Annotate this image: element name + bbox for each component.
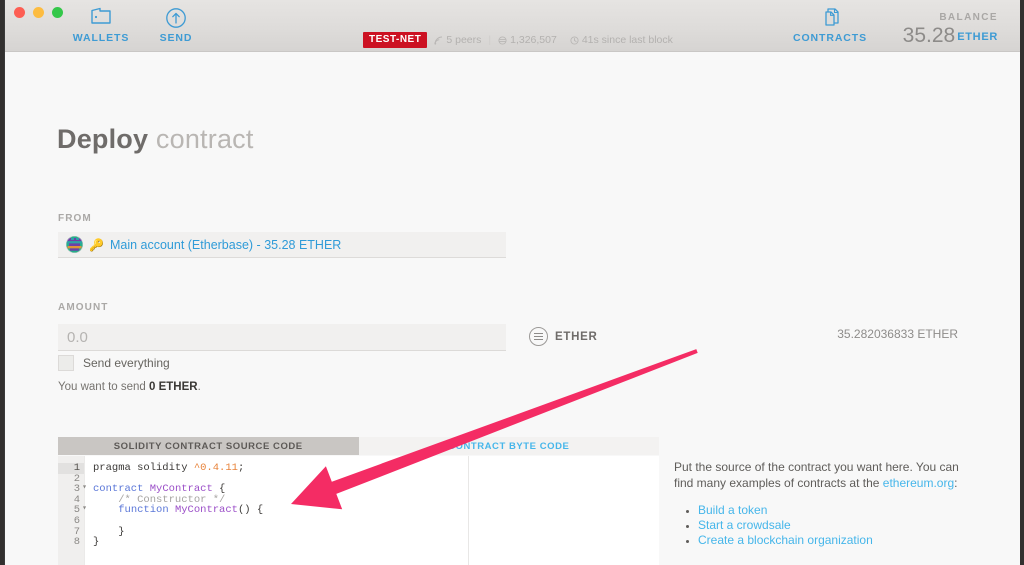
page-title-light: contract xyxy=(148,124,254,154)
clock-icon xyxy=(570,35,579,45)
solidity-source-code[interactable]: pragma solidity ^0.4.11; contract MyCont… xyxy=(85,456,469,565)
last-block-time: 41s since last block xyxy=(570,34,673,46)
peer-count-label: 5 peers xyxy=(446,34,482,46)
tab-solidity-source[interactable]: SOLIDITY CONTRACT SOURCE CODE xyxy=(58,437,359,455)
editor-tabs: SOLIDITY CONTRACT SOURCE CODE CONTRACT B… xyxy=(58,437,659,455)
nav-item-contracts-label: CONTRACTS xyxy=(792,32,867,44)
page-title: Deploy contract xyxy=(57,124,254,155)
unit-list-icon xyxy=(529,327,548,346)
list-item: Create a blockchain organization xyxy=(698,533,964,547)
key-icon: 🔑 xyxy=(89,237,104,252)
nav-item-send[interactable]: SEND xyxy=(131,7,221,44)
peers-signal-icon xyxy=(434,36,443,45)
status-badge-testnet: TEST-NET xyxy=(363,32,428,48)
available-balance: 35.282036833 ETHER xyxy=(837,327,958,341)
help-links-list: Build a token Start a crowdsale Create a… xyxy=(698,503,964,547)
send-everything-checkbox[interactable] xyxy=(58,355,74,371)
peer-count: 5 peers xyxy=(434,34,481,46)
balance-label: BALANCE xyxy=(939,12,998,23)
balance-display: BALANCE 35.28 ETHER xyxy=(903,12,998,48)
amount-summary: You want to send 0 ETHER. xyxy=(58,381,201,393)
line-number: 4 xyxy=(73,493,80,506)
line-number: 8 xyxy=(73,536,80,549)
help-link-build-a-token[interactable]: Build a token xyxy=(698,503,767,517)
line-number: 1 xyxy=(58,463,84,474)
amount-summary-suffix: . xyxy=(197,381,201,393)
block-number: 1,326,507 xyxy=(498,34,557,46)
amount-input[interactable] xyxy=(58,324,506,351)
balance-unit: ETHER xyxy=(957,31,998,43)
line-number: 2 xyxy=(73,472,80,485)
minimize-window-button[interactable] xyxy=(33,7,44,18)
from-account-select[interactable]: 🔑 Main account (Etherbase) - 35.28 ETHER xyxy=(58,232,506,258)
last-block-label: 41s since last block xyxy=(581,34,673,46)
help-link-start-a-crowdsale[interactable]: Start a crowdsale xyxy=(698,518,791,532)
from-label: FROM xyxy=(58,213,92,224)
from-account-label: Main account (Etherbase) - 35.28 ETHER xyxy=(109,237,342,252)
contract-bytecode-pane[interactable] xyxy=(469,456,659,565)
identicon-avatar xyxy=(66,236,83,253)
block-number-label: 1,326,507 xyxy=(510,34,557,46)
mist-wallet-window: WALLETS SEND CONTRACTS TEST-NET 5 peers … xyxy=(4,0,1020,565)
page-content: Deploy contract FROM 🔑 Main account (Eth… xyxy=(5,52,1020,565)
contract-editor: 1 2 3 4 5 6 7 8 pragma solidity ^0.4.11;… xyxy=(58,456,659,565)
window-titlebar: WALLETS SEND CONTRACTS TEST-NET 5 peers … xyxy=(5,0,1020,52)
line-number: 5 xyxy=(58,504,87,516)
ethereum-org-link[interactable]: ethereum.org xyxy=(883,476,954,490)
amount-summary-prefix: You want to send xyxy=(58,381,150,393)
desktop-background: WALLETS SEND CONTRACTS TEST-NET 5 peers … xyxy=(0,0,1024,565)
status-separator: | xyxy=(488,34,492,46)
close-window-button[interactable] xyxy=(14,7,25,18)
amount-label: AMOUNT xyxy=(58,302,109,313)
block-icon xyxy=(498,35,507,45)
send-everything-row[interactable]: Send everything xyxy=(58,355,170,371)
line-number: 6 xyxy=(73,514,80,527)
amount-unit-select[interactable]: ETHER xyxy=(529,327,597,346)
tab-contract-bytecode[interactable]: CONTRACT BYTE CODE xyxy=(358,437,659,455)
balance-number: 35.28 xyxy=(902,24,956,47)
network-status-bar: TEST-NET 5 peers | 1,326,507 41s since l… xyxy=(363,32,673,48)
send-everything-label: Send everything xyxy=(83,356,170,370)
balance-amount: 35.28 ETHER xyxy=(903,25,998,48)
contracts-pages-icon xyxy=(785,7,875,29)
list-item: Start a crowdsale xyxy=(698,518,964,532)
amount-summary-value: 0 ETHER xyxy=(149,381,198,393)
send-up-arrow-icon xyxy=(131,7,221,29)
help-panel: Put the source of the contract you want … xyxy=(674,459,964,548)
line-number: 7 xyxy=(73,525,80,538)
help-link-create-blockchain-organization[interactable]: Create a blockchain organization xyxy=(698,533,873,547)
nav-item-send-label: SEND xyxy=(159,32,193,44)
editor-line-numbers: 1 2 3 4 5 6 7 8 xyxy=(58,456,87,565)
line-number: 3 xyxy=(58,483,87,495)
page-title-strong: Deploy xyxy=(57,124,149,154)
amount-unit-label: ETHER xyxy=(555,330,598,343)
help-paragraph-suffix: : xyxy=(954,476,958,490)
nav-item-contracts[interactable]: CONTRACTS xyxy=(785,7,875,44)
list-item: Build a token xyxy=(698,503,964,517)
